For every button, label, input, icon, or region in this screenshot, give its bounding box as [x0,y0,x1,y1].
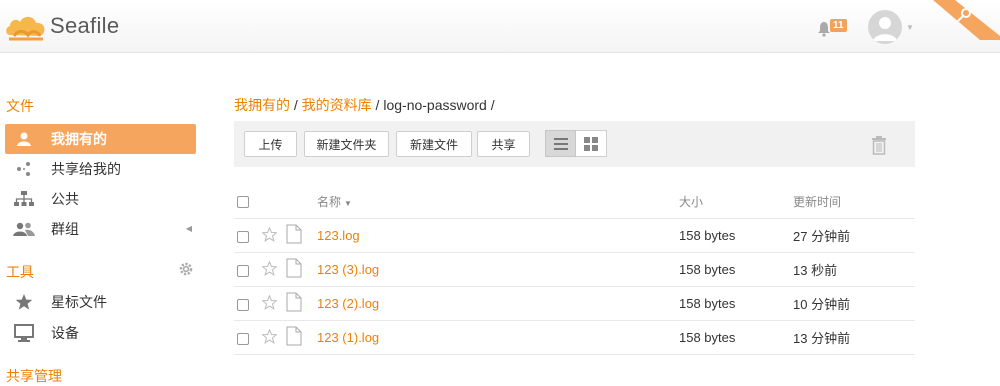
sidebar-item-groups[interactable]: 群组 ◀ [5,214,196,244]
sidebar-item-label: 公共 [51,191,79,207]
column-header-name-label: 名称 [317,195,342,209]
file-size: 158 bytes [679,218,793,253]
file-name-link[interactable]: 123 (2).log [317,296,379,311]
file-icon [286,292,302,312]
user-avatar-icon [873,17,897,41]
file-updated-time: 13 秒前 [793,252,915,287]
sidebar-item-shared-with-me[interactable]: 共享给我的 [5,154,196,184]
new-folder-button[interactable]: 新建文件夹 [304,131,389,157]
table-row[interactable]: 123 (2).log 158 bytes 10 分钟前 [234,286,915,321]
file-icon [286,326,302,346]
breadcrumb-trail: / [486,97,495,113]
sidebar-item-public[interactable]: 公共 [5,184,196,214]
corner-ribbon[interactable] [925,0,1000,40]
sitemap-icon [13,188,35,210]
sidebar-item-starred[interactable]: 星标文件 [5,287,196,317]
chevron-down-icon[interactable]: ▼ [906,23,914,32]
row-checkbox[interactable] [237,332,249,345]
star-outline-icon[interactable] [261,328,278,344]
breadcrumb-link-my-library[interactable]: 我的资料库 [302,97,372,113]
star-icon [13,291,35,313]
group-icon [13,218,35,240]
user-icon [13,128,35,150]
trash-icon[interactable] [871,135,887,160]
breadcrumb-separator: / [290,97,302,113]
tools-section-title: 工具 [6,264,34,280]
grid-view-button[interactable] [576,130,607,157]
sidebar-item-label: 共享给我的 [51,161,121,177]
notification-button[interactable]: 11 [816,17,848,39]
file-icon [286,258,302,278]
sidebar-item-label: 我拥有的 [51,131,107,147]
list-icon [553,137,568,150]
file-name-link[interactable]: 123 (3).log [317,262,379,277]
sidebar-item-mine[interactable]: 我拥有的 [5,124,196,154]
star-outline-icon[interactable] [261,260,278,276]
new-file-button[interactable]: 新建文件 [396,131,472,157]
file-updated-time: 27 分钟前 [793,218,915,253]
breadcrumb-current: log-no-password [383,97,487,113]
file-size: 158 bytes [679,252,793,287]
column-header-size: 大小 [679,185,793,219]
row-checkbox[interactable] [237,264,249,277]
files-section-title: 文件 [6,98,34,114]
toolbar: 上传 新建文件夹 新建文件 共享 [234,121,915,167]
table-header-row: 名称 ▼ 大小 更新时间 [234,185,915,219]
file-updated-time: 10 分钟前 [793,286,915,321]
seafile-logo[interactable]: Seafile [4,9,119,43]
sidebar-item-label: 设备 [51,325,79,341]
seafile-logo-icon [6,16,45,41]
share-button[interactable]: 共享 [477,131,530,157]
ribbon-tool-icon [933,0,1000,40]
gear-icon[interactable] [178,261,194,282]
column-header-name[interactable]: 名称 ▼ [317,185,679,219]
notification-count-badge: 11 [830,19,847,32]
row-checkbox[interactable] [237,230,249,243]
share-admin-section-title: 共享管理 [6,368,62,384]
sidebar-item-label: 群组 [51,221,79,237]
top-header: Seafile 11 ▼ [0,0,1000,53]
sort-down-icon[interactable]: ▼ [344,199,352,208]
grid-icon [584,136,598,151]
table-row[interactable]: 123.log 158 bytes 27 分钟前 [234,218,915,253]
file-name-link[interactable]: 123.log [317,228,360,243]
avatar[interactable] [868,10,902,44]
breadcrumb-link-mine[interactable]: 我拥有的 [234,97,290,113]
chevron-left-icon[interactable]: ◀ [186,224,192,233]
star-outline-icon[interactable] [261,294,278,310]
file-name-link[interactable]: 123 (1).log [317,330,379,345]
row-checkbox[interactable] [237,298,249,311]
file-size: 158 bytes [679,320,793,355]
share-icon [13,158,35,180]
sidebar-item-label: 星标文件 [51,294,107,310]
file-icon [286,224,302,244]
file-table: 名称 ▼ 大小 更新时间 123.log 158 bytes 27 分钟前 123… [234,185,915,355]
brand-name: Seafile [50,13,120,38]
table-row[interactable]: 123 (1).log 158 bytes 13 分钟前 [234,320,915,355]
breadcrumb-separator: / [371,97,384,113]
file-size: 158 bytes [679,286,793,321]
select-all-checkbox[interactable] [237,196,249,209]
file-updated-time: 13 分钟前 [793,320,915,355]
table-row[interactable]: 123 (3).log 158 bytes 13 秒前 [234,252,915,287]
monitor-icon [13,322,35,344]
upload-button[interactable]: 上传 [244,131,297,157]
view-mode-toggle [545,130,607,157]
sidebar-item-devices[interactable]: 设备 [5,318,196,348]
breadcrumb: 我拥有的 / 我的资料库 / log-no-password / [234,95,495,115]
list-view-button[interactable] [545,130,576,157]
column-header-updated: 更新时间 [793,185,915,219]
star-outline-icon[interactable] [261,226,278,242]
